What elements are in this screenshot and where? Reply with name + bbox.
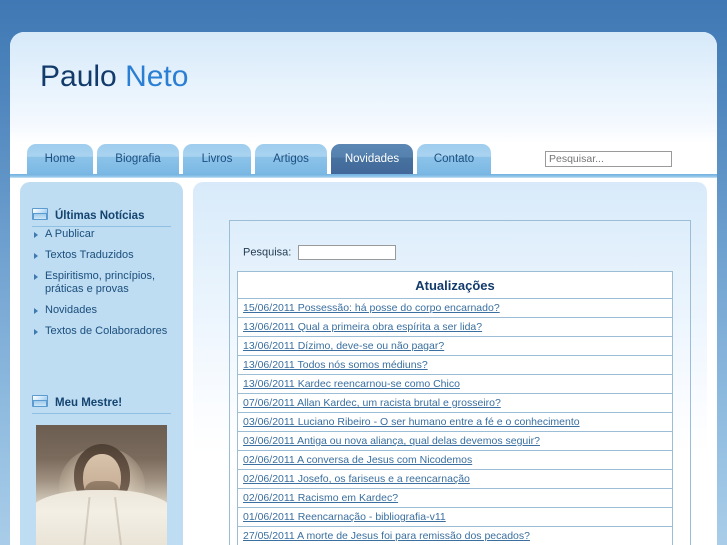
folder-icon <box>32 395 49 408</box>
updates-table-body: 15/06/2011 Possessão: há posse do corpo … <box>237 298 673 545</box>
updates-table-title: Atualizações <box>237 271 673 299</box>
update-link[interactable]: 03/06/2011 Luciano Ribeiro - O ser human… <box>243 416 580 428</box>
table-row: 02/06/2011 Racismo em Kardec? <box>237 488 673 508</box>
update-cell: 02/06/2011 Racismo em Kardec? <box>237 488 673 508</box>
table-row: 02/06/2011 A conversa de Jesus com Nicod… <box>237 450 673 470</box>
table-row: 15/06/2011 Possessão: há posse do corpo … <box>237 298 673 318</box>
update-cell: 02/06/2011 A conversa de Jesus com Nicod… <box>237 450 673 470</box>
nav-underline <box>10 174 717 178</box>
table-row: 02/06/2011 Josefo, os fariseus e a reenc… <box>237 469 673 489</box>
sidebar-item-colaboradores[interactable]: Textos de Colaboradores <box>32 325 177 338</box>
site-title-main: Paulo <box>40 60 126 93</box>
update-link[interactable]: 13/06/2011 Qual a primeira obra espírita… <box>243 321 482 333</box>
nav-tab-novidades[interactable]: Novidades <box>331 144 413 174</box>
primary-nav: Home Biografia Livros Artigos Novidades Conta… <box>10 144 717 178</box>
updates-table: Atualizações 15/06/2011 Possessão: há po… <box>237 271 673 545</box>
sidebar-heading-noticias-label: Últimas Notícias <box>55 210 145 222</box>
update-link[interactable]: 02/06/2011 Josefo, os fariseus e a reenc… <box>243 473 470 485</box>
page-title: Paulo Neto <box>40 60 188 94</box>
update-link[interactable]: 13/06/2011 Dízimo, deve-se ou não pagar? <box>243 340 444 352</box>
update-cell: 03/06/2011 Luciano Ribeiro - O ser human… <box>237 412 673 432</box>
update-link[interactable]: 02/06/2011 Racismo em Kardec? <box>243 492 398 504</box>
update-link[interactable]: 01/06/2011 Reencarnação - bibliografia-v… <box>243 511 446 523</box>
update-link[interactable]: 27/05/2011 A morte de Jesus foi para rem… <box>243 530 530 542</box>
sidebar-item-textos-traduzidos[interactable]: Textos Traduzidos <box>32 249 177 262</box>
update-cell: 27/05/2011 A morte de Jesus foi para rem… <box>237 526 673 545</box>
sidebar-item-espiritismo[interactable]: Espiritismo, princípios, práticas e prov… <box>32 270 177 296</box>
content-search-label: Pesquisa: <box>243 246 292 259</box>
update-cell: 15/06/2011 Possessão: há posse do corpo … <box>237 298 673 318</box>
update-cell: 13/06/2011 Qual a primeira obra espírita… <box>237 317 673 337</box>
search-input[interactable] <box>545 151 672 167</box>
nav-tab-home[interactable]: Home <box>27 144 93 174</box>
table-row: 03/06/2011 Antiga ou nova aliança, qual … <box>237 431 673 451</box>
table-row: 01/06/2011 Reencarnação - bibliografia-v… <box>237 507 673 527</box>
sidebar-menu: A Publicar Textos Traduzidos Espiritismo… <box>32 228 177 346</box>
update-link[interactable]: 13/06/2011 Todos nós somos médiuns? <box>243 359 428 371</box>
jesus-portrait-image <box>36 425 167 545</box>
sidebar-heading-mestre-label: Meu Mestre! <box>55 397 123 409</box>
sidebar-divider-1 <box>32 226 171 227</box>
site-header: Paulo Neto <box>10 32 717 144</box>
page-shell: Paulo Neto Home Biografia Livros Artigos Nov… <box>10 32 717 545</box>
updates-table-header-row: Atualizações <box>237 271 673 299</box>
table-row: 13/06/2011 Qual a primeira obra espírita… <box>237 317 673 337</box>
update-link[interactable]: 02/06/2011 A conversa de Jesus com Nicod… <box>243 454 472 466</box>
table-row: 07/06/2011 Allan Kardec, um racista brut… <box>237 393 673 413</box>
site-title-accent: Neto <box>125 60 189 93</box>
update-cell: 02/06/2011 Josefo, os fariseus e a reenc… <box>237 469 673 489</box>
sidebar-item-novidades[interactable]: Novidades <box>32 304 177 317</box>
content-search-input[interactable] <box>298 245 397 260</box>
sidebar-heading-mestre: Meu Mestre! <box>32 395 122 409</box>
sidebar: Últimas Notícias A Publicar Textos Tradu… <box>20 182 183 545</box>
table-row: 13/06/2011 Kardec reencarnou-se como Chi… <box>237 374 673 394</box>
sidebar-heading-noticias: Últimas Notícias <box>32 208 144 222</box>
update-cell: 13/06/2011 Dízimo, deve-se ou não pagar? <box>237 336 673 356</box>
nav-tab-livros[interactable]: Livros <box>183 144 251 174</box>
content-panel: Pesquisa: Atualizações 15/06/2011 Posses… <box>229 220 691 545</box>
nav-tab-artigos[interactable]: Artigos <box>255 144 327 174</box>
update-cell: 13/06/2011 Kardec reencarnou-se como Chi… <box>237 374 673 394</box>
update-cell: 13/06/2011 Todos nós somos médiuns? <box>237 355 673 375</box>
sidebar-divider-2 <box>32 413 171 414</box>
update-cell: 01/06/2011 Reencarnação - bibliografia-v… <box>237 507 673 527</box>
main-content: Pesquisa: Atualizações 15/06/2011 Posses… <box>193 182 707 545</box>
table-row: 13/06/2011 Todos nós somos médiuns? <box>237 355 673 375</box>
table-row: 13/06/2011 Dízimo, deve-se ou não pagar? <box>237 336 673 356</box>
update-link[interactable]: 15/06/2011 Possessão: há posse do corpo … <box>243 302 500 314</box>
folder-icon <box>32 208 49 221</box>
update-cell: 03/06/2011 Antiga ou nova aliança, qual … <box>237 431 673 451</box>
content-search-row: Pesquisa: <box>243 245 397 260</box>
update-cell: 07/06/2011 Allan Kardec, um racista brut… <box>237 393 673 413</box>
update-link[interactable]: 13/06/2011 Kardec reencarnou-se como Chi… <box>243 378 460 390</box>
nav-tab-contato[interactable]: Contato <box>417 144 491 174</box>
update-link[interactable]: 03/06/2011 Antiga ou nova aliança, qual … <box>243 435 540 447</box>
nav-tab-biografia[interactable]: Biografia <box>97 144 179 174</box>
sidebar-item-a-publicar[interactable]: A Publicar <box>32 228 177 241</box>
body-area: Últimas Notícias A Publicar Textos Tradu… <box>10 182 717 545</box>
table-row: 27/05/2011 A morte de Jesus foi para rem… <box>237 526 673 545</box>
update-link[interactable]: 07/06/2011 Allan Kardec, um racista brut… <box>243 397 501 409</box>
table-row: 03/06/2011 Luciano Ribeiro - O ser human… <box>237 412 673 432</box>
